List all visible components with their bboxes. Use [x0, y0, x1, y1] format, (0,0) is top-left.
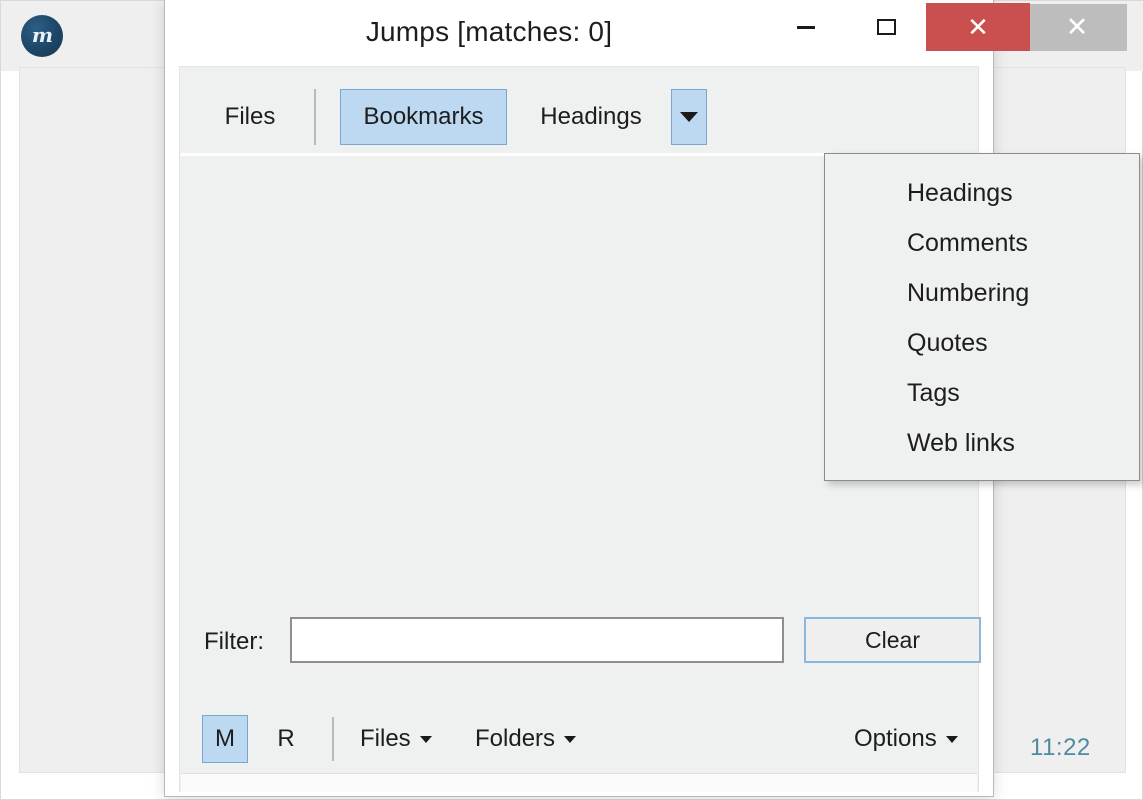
menu-item-web-links[interactable]: Web links	[825, 418, 1139, 468]
statusbar-options-menu[interactable]: Options	[854, 715, 958, 763]
chevron-down-icon	[680, 112, 698, 122]
chevron-down-icon	[564, 735, 577, 743]
clear-button[interactable]: Clear	[804, 617, 981, 663]
maximize-icon	[876, 19, 896, 35]
app-logo-letter: m	[31, 23, 53, 47]
minimize-icon	[797, 25, 815, 29]
app-logo-m-icon: m	[21, 15, 63, 57]
tab-separator	[314, 89, 316, 145]
chevron-down-icon	[945, 735, 958, 743]
filter-input[interactable]	[290, 617, 784, 663]
statusbar-options-label: Options	[854, 725, 937, 752]
menu-item-comments[interactable]: Comments	[825, 218, 1139, 268]
tab-strip: Files Bookmarks Headings	[180, 67, 978, 153]
mode-toggle-m[interactable]: M	[202, 715, 248, 763]
close-icon: ✕	[1065, 12, 1089, 42]
background-window-close-button[interactable]: ✕	[1027, 4, 1127, 51]
dialog-close-button[interactable]: ✕	[926, 3, 1030, 51]
menu-item-tags[interactable]: Tags	[825, 368, 1139, 418]
filter-label: Filter:	[204, 628, 264, 655]
dialog-foot-strip	[181, 773, 977, 792]
close-icon: ✕	[967, 12, 989, 42]
dialog-titlebar: Jumps [matches: 0] ✕	[165, 0, 1030, 66]
jumps-dialog: Jumps [matches: 0] ✕ Files Bookmarks Hea…	[164, 0, 1140, 797]
chevron-down-icon	[419, 735, 432, 743]
tab-bookmarks[interactable]: Bookmarks	[340, 89, 507, 145]
statusbar-folders-menu[interactable]: Folders	[475, 715, 577, 763]
menu-item-numbering[interactable]: Numbering	[825, 268, 1139, 318]
jump-type-dropdown-menu: Headings Comments Numbering Quotes Tags …	[824, 153, 1140, 481]
statusbar-folders-label: Folders	[475, 725, 556, 752]
statusbar-files-menu[interactable]: Files	[360, 715, 432, 763]
maximize-button[interactable]	[846, 3, 926, 51]
tab-headings[interactable]: Headings	[517, 89, 665, 145]
tab-dropdown-button[interactable]	[671, 89, 707, 145]
statusbar-separator	[332, 717, 334, 761]
menu-item-headings[interactable]: Headings	[825, 168, 1139, 218]
tab-files[interactable]: Files	[202, 89, 298, 145]
filter-row: Filter: Clear	[180, 603, 981, 683]
minimize-button[interactable]	[766, 3, 846, 51]
statusbar-files-label: Files	[360, 725, 411, 752]
menu-item-quotes[interactable]: Quotes	[825, 318, 1139, 368]
clock-readout: 11:22	[1030, 734, 1091, 761]
mode-toggle-r[interactable]: R	[268, 715, 304, 763]
